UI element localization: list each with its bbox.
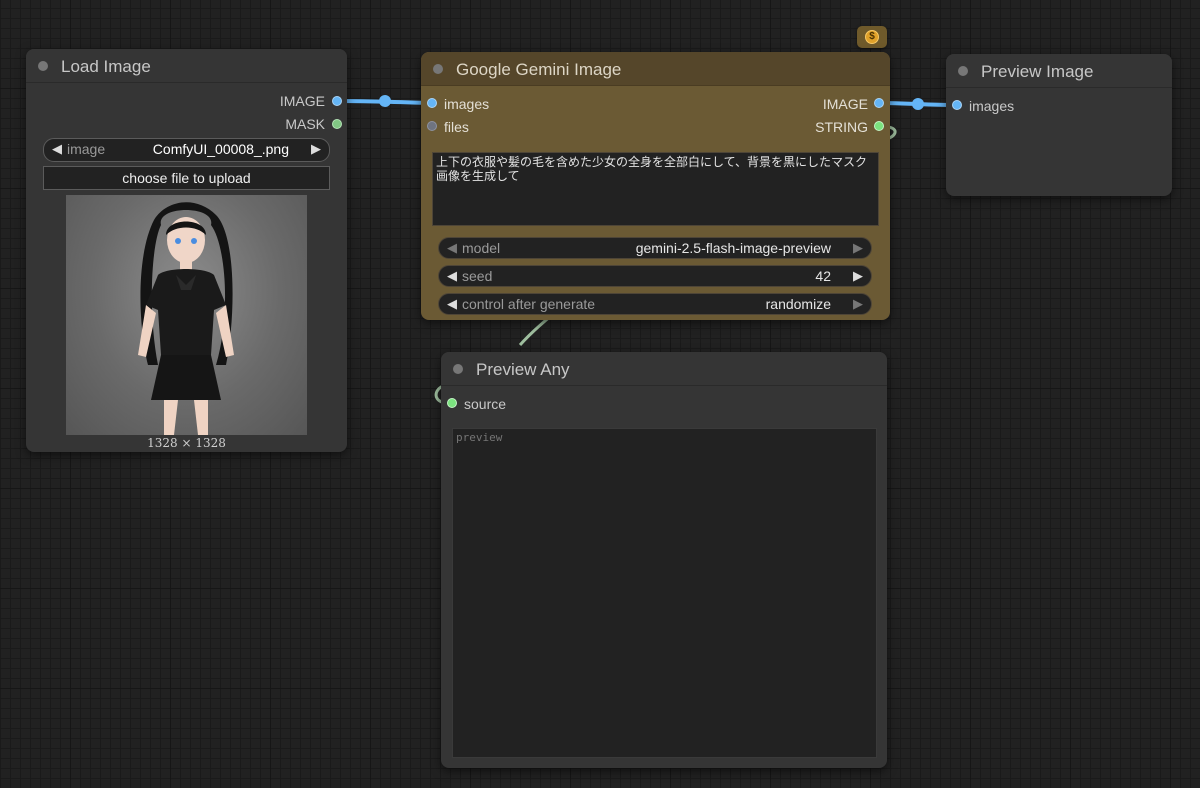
widget-name: seed [462, 268, 493, 284]
input-label-images: images [969, 98, 1015, 114]
collapse-dot-icon[interactable] [433, 64, 443, 74]
link-midpoint-2 [912, 98, 924, 110]
output-label-mask: MASK [285, 116, 325, 132]
combo-next-arrow-icon[interactable]: ▶ [311, 141, 321, 157]
model-prev-arrow-icon[interactable]: ◀ [447, 240, 457, 256]
control-next-arrow-icon[interactable]: ▶ [853, 296, 863, 312]
dollar-coin-icon: $ [865, 30, 879, 44]
girl-illustration [138, 202, 234, 435]
seed-number[interactable]: ◀ seed 42 ▶ [438, 265, 872, 287]
input-slot-files[interactable] [427, 121, 437, 131]
gemini-image-node[interactable]: Google Gemini Image images files IMAGE S… [421, 52, 890, 320]
node-title: Load Image [61, 57, 151, 76]
input-slot-images[interactable] [952, 100, 962, 110]
collapse-dot-icon[interactable] [38, 61, 48, 71]
node-title: Preview Any [476, 360, 570, 379]
preview-any-title-bar[interactable]: Preview Any [441, 352, 887, 386]
image-file-combo[interactable]: ◀ image ComfyUI_00008_.png ▶ [43, 138, 330, 162]
output-slot-image[interactable] [874, 98, 884, 108]
widget-value: randomize [765, 296, 831, 312]
gemini-title-bar[interactable]: Google Gemini Image [421, 52, 890, 86]
seed-decrement-arrow-icon[interactable]: ◀ [447, 268, 457, 284]
input-slot-source[interactable] [447, 398, 457, 408]
preview-image-title-bar[interactable]: Preview Image [946, 54, 1172, 88]
output-label-image: IMAGE [279, 93, 325, 109]
link-load-to-gemini [337, 99, 433, 105]
upload-button[interactable]: choose file to upload [43, 166, 330, 190]
control-prev-arrow-icon[interactable]: ◀ [447, 296, 457, 312]
combo-name: image [67, 141, 106, 157]
input-label-files: files [444, 119, 469, 135]
input-slot-images[interactable] [427, 98, 437, 108]
pricing-badge[interactable]: $ [857, 26, 887, 48]
widget-value: gemini-2.5-flash-image-preview [635, 240, 831, 256]
input-label-source: source [464, 396, 507, 412]
node-title: Preview Image [981, 62, 1094, 81]
load-image-title-bar[interactable]: Load Image [26, 49, 347, 83]
input-label-images: images [444, 96, 490, 112]
prompt-textarea[interactable]: 上下の衣服や髪の毛を含めた少女の全身を全部白にして、背景を黒にしたマスク画像を生… [432, 152, 879, 226]
model-combo[interactable]: ◀ model gemini-2.5-flash-image-preview ▶ [438, 237, 872, 259]
output-slot-string[interactable] [874, 121, 884, 131]
preview-textarea[interactable] [452, 428, 877, 758]
image-dimensions: 1328 × 1328 [147, 436, 226, 450]
control-after-generate-combo[interactable]: ◀ control after generate randomize ▶ [438, 293, 872, 315]
model-next-arrow-icon[interactable]: ▶ [853, 240, 863, 256]
output-label-string: STRING [815, 119, 868, 135]
output-slot-image[interactable] [332, 96, 342, 106]
preview-image-node[interactable]: Preview Image images [946, 54, 1172, 196]
combo-prev-arrow-icon[interactable]: ◀ [52, 141, 62, 157]
node-title: Google Gemini Image [456, 60, 622, 79]
widget-name: control after generate [462, 296, 596, 312]
loaded-image-preview [66, 195, 307, 435]
widget-name: model [462, 240, 501, 256]
seed-increment-arrow-icon[interactable]: ▶ [853, 268, 863, 284]
collapse-dot-icon[interactable] [453, 364, 463, 374]
preview-any-node[interactable]: Preview Any source [441, 352, 887, 768]
combo-value: ComfyUI_00008_.png [152, 141, 289, 157]
link-midpoint-1 [379, 95, 391, 107]
load-image-node[interactable]: Load Image IMAGE MASK ◀ image ComfyUI_00… [26, 49, 347, 452]
widget-value: 42 [815, 268, 831, 284]
output-slot-mask[interactable] [332, 119, 342, 129]
collapse-dot-icon[interactable] [958, 66, 968, 76]
output-label-image: IMAGE [822, 96, 868, 112]
